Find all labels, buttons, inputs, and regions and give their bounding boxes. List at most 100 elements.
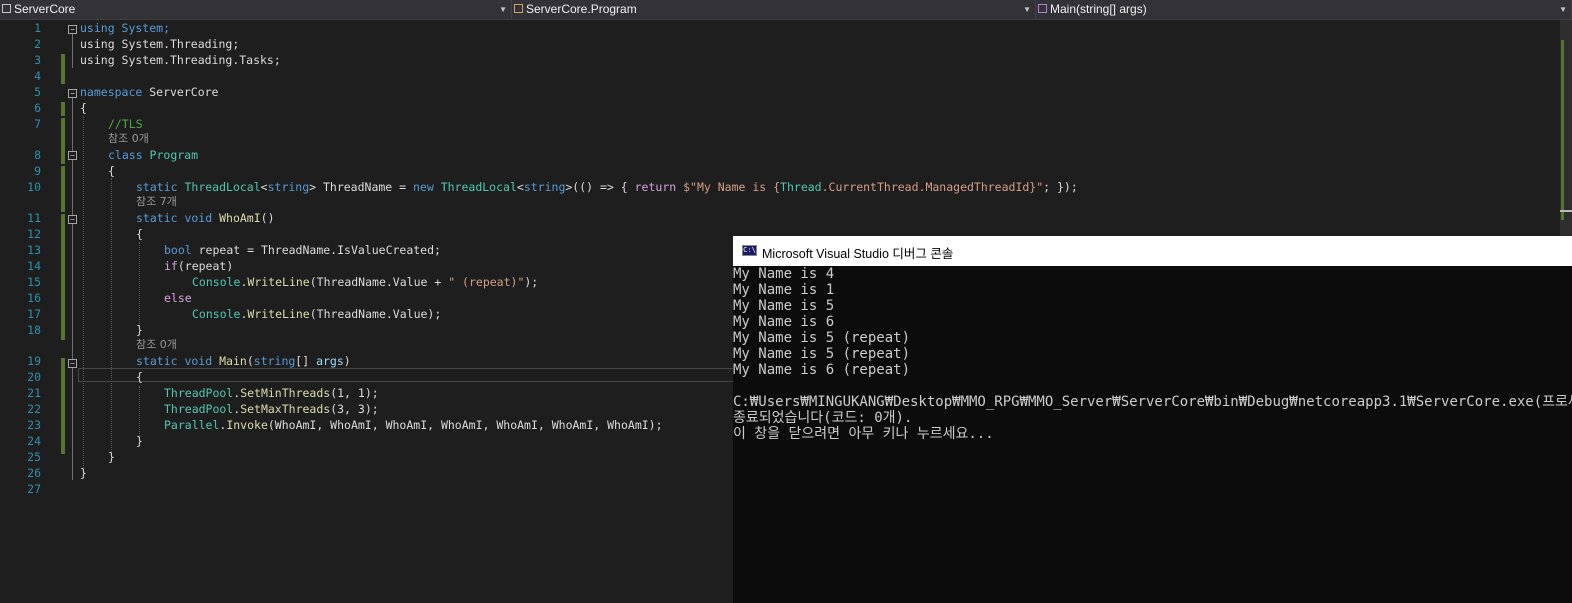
code-text: repeat = ThreadName.IsValueCreated; — [191, 243, 441, 257]
member-dropdown[interactable]: Main(string[] args) ▼ — [1036, 0, 1572, 19]
collapse-icon[interactable]: − — [68, 359, 77, 368]
collapse-icon[interactable]: − — [68, 25, 77, 34]
navigation-bar: ServerCore ▼ ServerCore.Program ▼ Main(s… — [0, 0, 1572, 20]
method-icon — [1038, 4, 1047, 14]
code-line: static ThreadLocal<string> ThreadName = … — [136, 179, 1078, 195]
code-text: > ThreadName = — [309, 180, 413, 194]
method-name: SetMinThreads — [240, 386, 331, 400]
method-name: SetMaxThreads — [240, 402, 331, 416]
line-number: 21 — [27, 386, 41, 400]
namespace-name: ServerCore — [142, 85, 219, 99]
console-line: 이 창을 닫으려면 아무 키나 누르세요... — [733, 426, 994, 442]
code-text: ) — [343, 354, 351, 368]
type-name: Console — [192, 275, 241, 289]
code-text: (repeat) — [177, 259, 234, 273]
keyword: static void — [136, 211, 213, 225]
code-text: < — [516, 180, 524, 194]
console-title-bar[interactable]: C:\ Microsoft Visual Studio 디버그 콘솔 — [733, 236, 1572, 266]
code-line: { — [136, 369, 143, 385]
collapse-icon[interactable]: − — [68, 215, 77, 224]
project-dropdown[interactable]: ServerCore ▼ — [0, 0, 512, 19]
code-line: if(repeat) — [164, 258, 233, 274]
brace: { — [136, 370, 143, 384]
console-line: My Name is 6 (repeat) — [733, 362, 911, 378]
class-dropdown[interactable]: ServerCore.Program ▼ — [512, 0, 1036, 19]
code-line: static void WhoAmI() — [136, 210, 275, 226]
code-line: using System.Threading; — [80, 36, 239, 52]
collapse-icon[interactable]: − — [68, 89, 77, 98]
console-title: Microsoft Visual Studio 디버그 콘솔 — [762, 247, 954, 261]
type-name: Thread — [780, 180, 822, 194]
string-literal: $"My Name is { — [683, 180, 781, 194]
code-text: (3, 3); — [330, 402, 379, 416]
codelens-reference[interactable]: 참조 0개 — [136, 337, 177, 353]
keyword: string — [267, 180, 310, 194]
line-number: 23 — [27, 418, 41, 432]
scrollbar-change-marker — [1561, 40, 1564, 220]
code-line: ThreadPool.SetMaxThreads(3, 3); — [164, 401, 379, 417]
using-directive: using System; — [80, 21, 171, 35]
type-name: ThreadPool — [164, 402, 234, 416]
brace: { — [136, 227, 143, 241]
line-number: 13 — [27, 243, 41, 257]
code-line: } — [136, 433, 143, 449]
indent-guide — [83, 116, 84, 472]
string-literal: " (repeat)" — [448, 275, 525, 289]
method-name: WhoAmI — [219, 211, 261, 225]
code-line: } — [108, 449, 115, 465]
line-number: 27 — [27, 482, 41, 496]
code-text: >(() => { — [565, 180, 635, 194]
code-text: [] — [295, 354, 317, 368]
console-line: My Name is 5 — [733, 298, 835, 314]
codelens-reference[interactable]: 참조 7개 — [136, 194, 177, 210]
console-line: My Name is 1 — [733, 282, 835, 298]
type-name: ThreadLocal — [184, 180, 261, 194]
console-line: My Name is 5 (repeat) — [733, 330, 911, 346]
code-line: using System.Threading.Tasks; — [80, 52, 281, 68]
keyword: if — [164, 259, 178, 273]
line-number: 4 — [34, 69, 41, 83]
keyword: namespace — [80, 85, 143, 99]
code-text: (ThreadName.Value); — [309, 307, 442, 321]
parameter-name: args — [316, 354, 344, 368]
member-dropdown-label: Main(string[] args) — [1050, 2, 1147, 16]
keyword: new — [413, 180, 434, 194]
method-name: WriteLine — [247, 275, 310, 289]
method-name: Invoke — [226, 418, 268, 432]
change-marker — [61, 54, 65, 84]
code-line: { — [80, 100, 87, 116]
project-dropdown-label: ServerCore — [14, 2, 76, 16]
keyword: class — [108, 148, 143, 162]
code-text: ( — [246, 354, 254, 368]
code-text: ); — [524, 275, 539, 289]
method-name: WriteLine — [247, 307, 310, 321]
console-line: My Name is 6 — [733, 314, 835, 330]
indent-guide — [111, 178, 112, 454]
debug-console-window[interactable]: C:\ Microsoft Visual Studio 디버그 콘솔 My Na… — [733, 236, 1572, 603]
console-line: My Name is 5 (repeat) — [733, 346, 911, 362]
codelens-reference[interactable]: 참조 0개 — [108, 131, 149, 147]
indent-guide — [139, 386, 140, 438]
using-directive: using System.Threading.Tasks; — [80, 53, 281, 67]
line-number: 11 — [27, 211, 41, 225]
code-line: Parallel.Invoke(WhoAmI, WhoAmI, WhoAmI, … — [164, 417, 663, 433]
line-number: 17 — [27, 307, 41, 321]
console-app-icon: C:\ — [742, 245, 757, 256]
comment: //TLS — [108, 117, 143, 131]
line-number: 3 — [34, 53, 41, 67]
chevron-down-icon: ▼ — [499, 5, 507, 14]
type-name: ThreadPool — [164, 386, 234, 400]
type-name: Console — [192, 307, 241, 321]
class-name: Program — [142, 148, 199, 162]
line-number: 16 — [27, 291, 41, 305]
collapse-icon[interactable]: − — [68, 151, 77, 160]
code-line: class Program — [108, 147, 198, 163]
code-line: else — [164, 290, 192, 306]
code-text: < — [260, 180, 268, 194]
brace: } — [108, 450, 115, 464]
console-output[interactable]: My Name is 4 My Name is 1 My Name is 5 M… — [733, 266, 1572, 603]
line-number: 15 — [27, 275, 41, 289]
code-line: } — [80, 465, 87, 481]
line-number: 6 — [34, 101, 41, 115]
keyword: return — [634, 180, 677, 194]
